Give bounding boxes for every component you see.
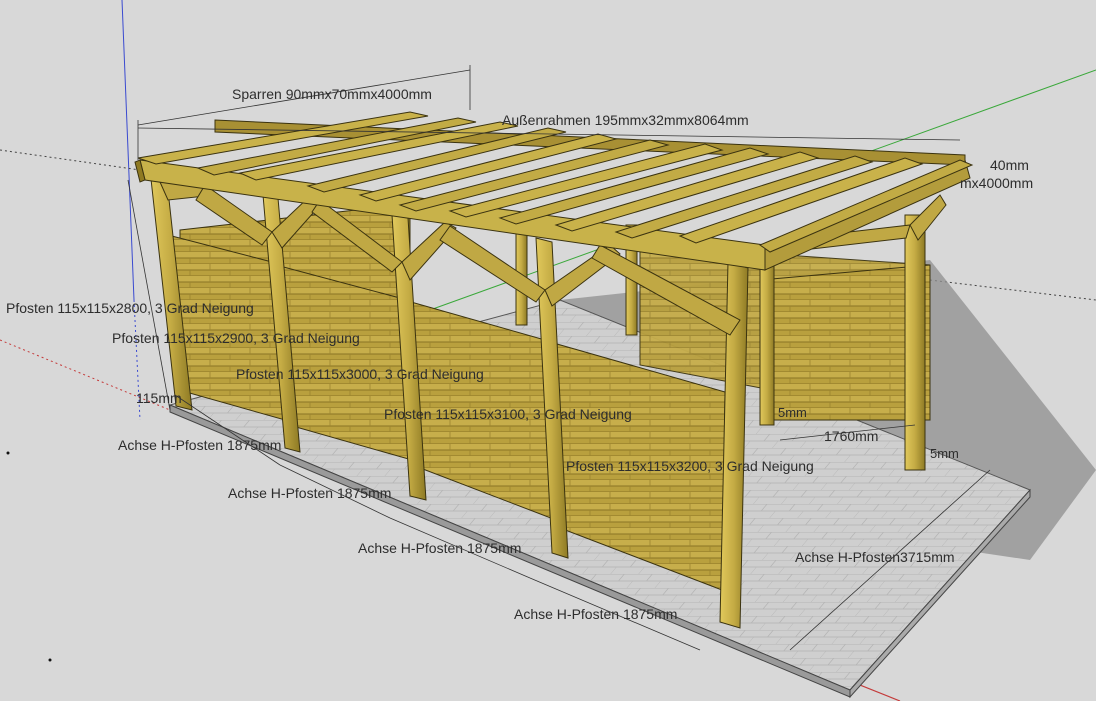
- blue-axis: [121, 0, 135, 301]
- black-guide-left: [0, 149, 141, 171]
- carport-3d-model[interactable]: [0, 0, 1096, 701]
- red-axis-dashed: [0, 339, 171, 411]
- blue-axis-dashed: [133, 299, 141, 421]
- point-markers: [6, 451, 52, 662]
- sketchup-viewport[interactable]: Sparren 90mmx70mmx4000mm Außenrahmen 195…: [0, 0, 1096, 701]
